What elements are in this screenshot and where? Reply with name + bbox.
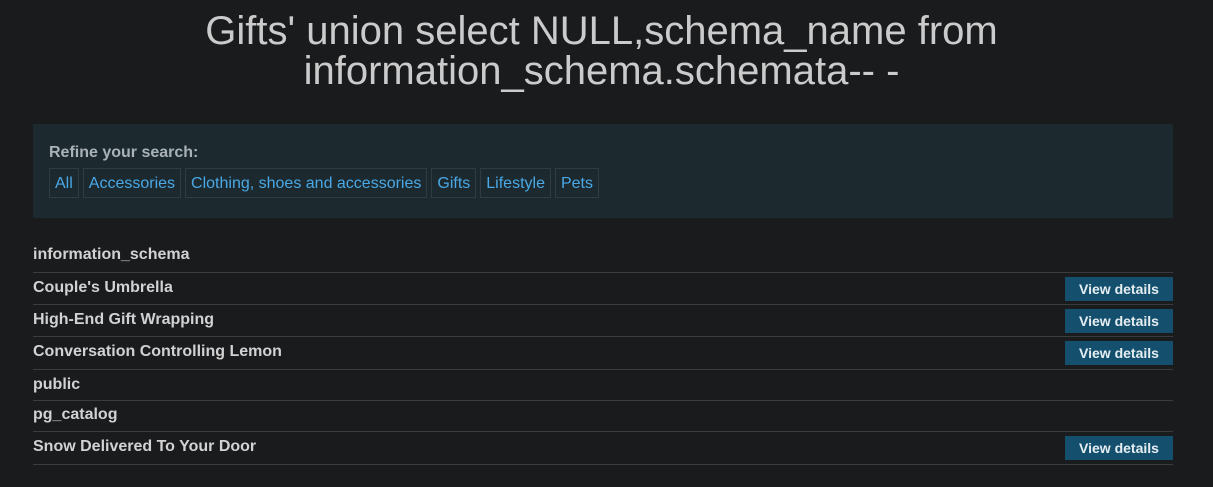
filter-panel: Refine your search: All Accessories Clot… <box>33 124 1173 218</box>
list-item: Conversation Controlling Lemon View deta… <box>33 337 1173 370</box>
product-name: Conversation Controlling Lemon <box>33 343 282 360</box>
list-item: Couple's Umbrella View details <box>33 273 1173 305</box>
filter-label: Refine your search: <box>49 144 199 161</box>
page: Gifts' union select NULL,schema_name fro… <box>0 0 1213 487</box>
list-item: High-End Gift Wrapping View details <box>33 305 1173 337</box>
view-details-button[interactable]: View details <box>1065 341 1173 365</box>
filter-link-pets[interactable]: Pets <box>554 168 599 198</box>
view-details-button[interactable]: View details <box>1065 277 1173 301</box>
product-name: High-End Gift Wrapping <box>33 311 215 328</box>
filter-link-all[interactable]: All <box>49 168 79 198</box>
filter-link-gifts[interactable]: Gifts <box>431 168 477 198</box>
list-item: Snow Delivered To Your Door View details <box>33 432 1173 465</box>
list-item: information_schema <box>33 241 1173 273</box>
list-item: pg_catalog <box>33 401 1173 432</box>
product-name: Snow Delivered To Your Door <box>33 438 257 455</box>
list-item: public <box>33 370 1173 401</box>
filter-link-accessories[interactable]: Accessories <box>82 168 182 198</box>
page-title: Gifts' union select NULL,schema_name fro… <box>205 9 998 93</box>
results-list: information_schema Couple's Umbrella Vie… <box>33 241 1173 465</box>
filter-link-lifestyle[interactable]: Lifestyle <box>480 168 551 198</box>
view-details-button[interactable]: View details <box>1065 309 1173 333</box>
product-name: public <box>33 376 81 393</box>
filter-link-clothing[interactable]: Clothing, shoes and accessories <box>185 168 428 198</box>
product-name: Couple's Umbrella <box>33 279 173 296</box>
view-details-button[interactable]: View details <box>1065 436 1173 460</box>
product-name: pg_catalog <box>33 406 118 423</box>
filter-links: All Accessories Clothing, shoes and acce… <box>49 168 599 198</box>
product-name: information_schema <box>33 246 190 263</box>
